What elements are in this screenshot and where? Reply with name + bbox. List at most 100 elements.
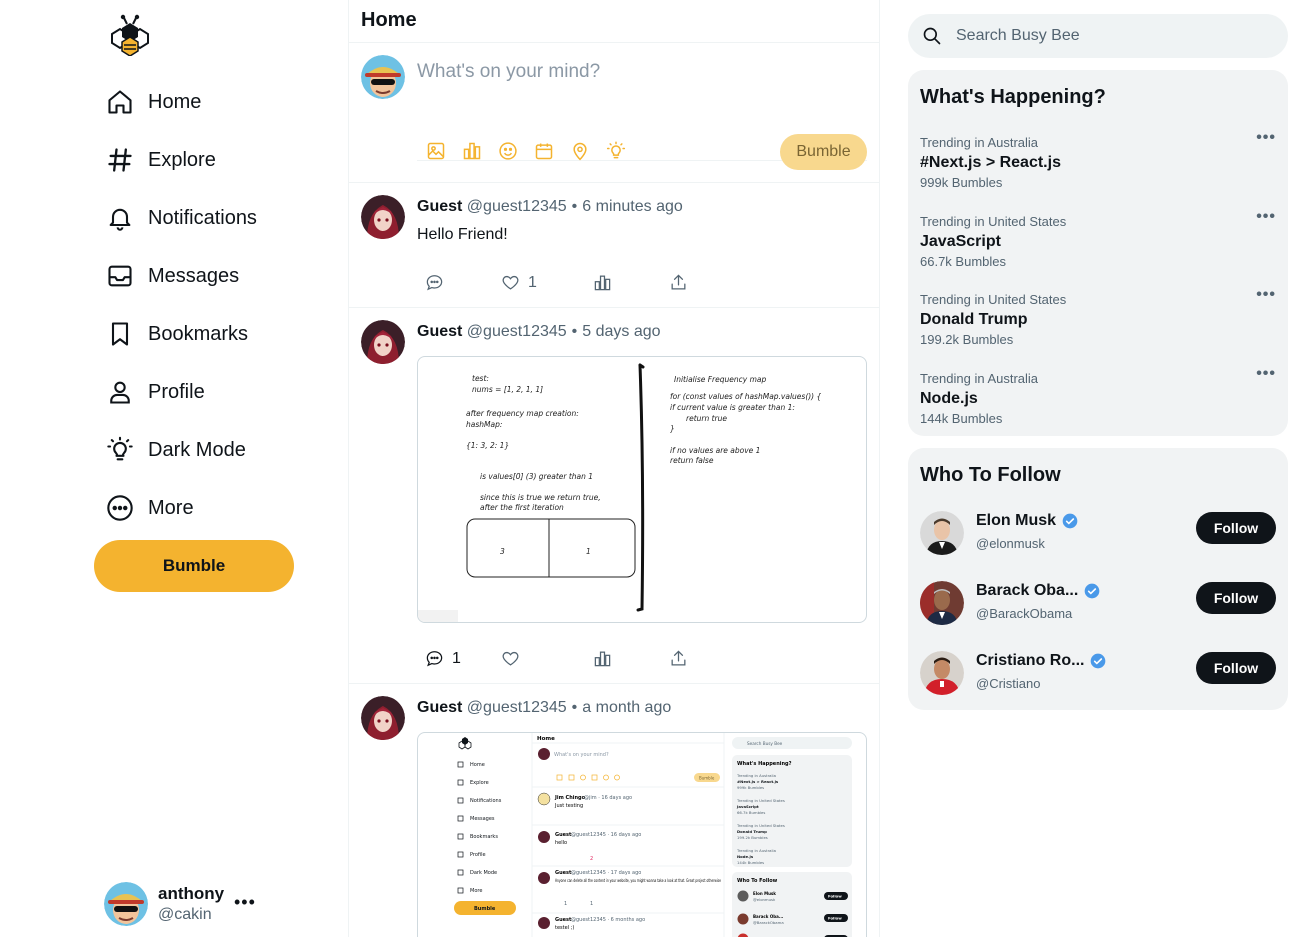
whiteboard-text: 1 bbox=[586, 547, 591, 556]
nav-profile[interactable]: Profile bbox=[106, 372, 205, 412]
follow-suggestion[interactable]: Barack Oba... @BarackObama Follow bbox=[920, 578, 1276, 628]
more-icon[interactable]: ••• bbox=[1256, 286, 1276, 304]
mini-follow-btn: Follow bbox=[828, 916, 842, 921]
mini-trend-tag: Donald Trump bbox=[737, 829, 767, 834]
nav-dark-mode[interactable]: Dark Mode bbox=[106, 430, 246, 470]
follow-button[interactable]: Follow bbox=[1196, 652, 1276, 684]
whiteboard-text: } bbox=[670, 424, 675, 433]
post[interactable]: Guest @guest12345 • 6 minutes ago Hello Fr… bbox=[349, 183, 879, 308]
trend-count: 199.2k Bumbles bbox=[920, 332, 1014, 347]
mini-trend-loc: Trending in United States bbox=[736, 823, 785, 828]
nav-explore[interactable]: Explore bbox=[106, 140, 216, 180]
image-icon[interactable] bbox=[425, 140, 447, 162]
post-handle: @guest12345 bbox=[466, 198, 567, 215]
nav-notifications[interactable]: Notifications bbox=[106, 198, 257, 238]
mini-post-author: Jim Chingo bbox=[554, 795, 586, 801]
right-sidebar: What's Happening? Trending in Australia … bbox=[880, 0, 1315, 937]
follow-name: Barack Oba... bbox=[976, 582, 1100, 600]
trend-item[interactable]: Trending in Australia #Next.js > React.j… bbox=[920, 129, 1276, 195]
follow-name: Elon Musk bbox=[976, 512, 1078, 530]
post-time: 6 minutes ago bbox=[582, 198, 683, 215]
more-icon[interactable]: ••• bbox=[1256, 208, 1276, 226]
stats-button[interactable] bbox=[593, 273, 669, 292]
trend-count: 66.7k Bumbles bbox=[920, 254, 1006, 269]
like-button[interactable] bbox=[501, 649, 593, 668]
mini-post-text: Anyone can delete all the content in you… bbox=[555, 878, 721, 883]
post-actions: 1 bbox=[425, 649, 688, 668]
mini-post-meta: @guest12345 · 16 days ago bbox=[571, 832, 641, 838]
nav-label: Dark Mode bbox=[148, 438, 246, 461]
nav-home[interactable]: Home bbox=[106, 82, 201, 122]
calendar-icon[interactable] bbox=[533, 140, 555, 162]
more-circle-icon bbox=[107, 495, 133, 521]
nav-messages[interactable]: Messages bbox=[106, 256, 239, 296]
avatar[interactable] bbox=[361, 320, 405, 364]
post[interactable]: Guest @guest12345 • 5 days ago test: nums … bbox=[349, 308, 879, 684]
reply-button[interactable]: 1 bbox=[425, 649, 501, 668]
compose-input[interactable] bbox=[417, 57, 867, 87]
bookmark-icon bbox=[111, 322, 129, 346]
compose-submit-button[interactable]: Bumble bbox=[780, 134, 867, 170]
avatar[interactable] bbox=[920, 511, 964, 555]
lightbulb-icon[interactable] bbox=[605, 140, 627, 162]
stats-icon bbox=[594, 651, 611, 667]
user-icon bbox=[110, 381, 130, 404]
post-header: Guest @guest12345 • 6 minutes ago bbox=[417, 198, 683, 215]
mini-reply-count: 1 bbox=[564, 901, 567, 907]
follow-name-text: Cristiano Ro... bbox=[976, 652, 1085, 669]
location-icon[interactable] bbox=[569, 140, 591, 162]
avatar[interactable] bbox=[920, 651, 964, 695]
post-time: 5 days ago bbox=[582, 323, 661, 340]
post-author[interactable]: Guest bbox=[417, 198, 462, 215]
share-icon bbox=[671, 650, 686, 666]
trend-item[interactable]: Trending in United States JavaScript 66.… bbox=[920, 208, 1276, 274]
trend-item[interactable]: Trending in Australia Node.js 144k Bumbl… bbox=[920, 365, 1276, 431]
stats-button[interactable] bbox=[593, 649, 669, 668]
feed-header: Home bbox=[349, 0, 879, 43]
mini-post-meta: @guest12345 · 6 months ago bbox=[571, 917, 645, 923]
post[interactable]: Guest @guest12345 • a month ago Home Explo… bbox=[349, 684, 879, 937]
follow-suggestion[interactable]: Elon Musk @elonmusk Follow bbox=[920, 508, 1276, 558]
post-header: Guest @guest12345 • 5 days ago bbox=[417, 323, 661, 340]
follow-button[interactable]: Follow bbox=[1196, 512, 1276, 544]
post-author[interactable]: Guest bbox=[417, 323, 462, 340]
mini-search: Search Busy Bee bbox=[747, 741, 783, 746]
mini-happening: What's Happening? bbox=[737, 761, 792, 767]
follow-handle: @elonmusk bbox=[976, 536, 1045, 551]
post-author[interactable]: Guest bbox=[417, 699, 462, 716]
post-image-whiteboard[interactable]: test: nums = [1, 2, 1, 1] after frequenc… bbox=[417, 356, 867, 623]
trend-count: 999k Bumbles bbox=[920, 175, 1003, 190]
account-switcher[interactable]: anthony @cakin ••• bbox=[104, 880, 304, 928]
mini-bumble: Bumble bbox=[474, 906, 496, 912]
trend-item[interactable]: Trending in United States Donald Trump 1… bbox=[920, 286, 1276, 352]
follow-button[interactable]: Follow bbox=[1196, 582, 1276, 614]
hashtag-icon bbox=[108, 148, 132, 172]
mini-follow-handle: @BarackObama bbox=[753, 920, 784, 925]
search-input[interactable] bbox=[956, 14, 1276, 58]
trend-location: Trending in Australia bbox=[920, 135, 1039, 150]
nav-bookmarks[interactable]: Bookmarks bbox=[106, 314, 248, 354]
more-icon[interactable]: ••• bbox=[1256, 129, 1276, 147]
more-icon[interactable]: ••• bbox=[1256, 365, 1276, 383]
bee-logo-icon[interactable] bbox=[106, 14, 154, 57]
search-bar[interactable] bbox=[908, 14, 1288, 58]
mini-submit: Bumble bbox=[699, 776, 715, 781]
reply-button[interactable] bbox=[425, 273, 501, 292]
avatar[interactable] bbox=[361, 696, 405, 740]
share-button[interactable] bbox=[669, 649, 688, 668]
emoji-icon[interactable] bbox=[497, 140, 519, 162]
post-image-screenshot[interactable]: Home Explore Notifications Messages Book… bbox=[417, 732, 867, 937]
avatar[interactable] bbox=[920, 581, 964, 625]
follow-suggestion[interactable]: Cristiano Ro... @Cristiano Follow bbox=[920, 648, 1276, 698]
poll-icon[interactable] bbox=[461, 140, 483, 162]
more-icon[interactable]: ••• bbox=[234, 892, 256, 913]
share-button[interactable] bbox=[669, 273, 688, 292]
mini-follow-handle: @elonmusk bbox=[753, 897, 776, 902]
bumble-button[interactable]: Bumble bbox=[94, 540, 294, 592]
avatar bbox=[104, 882, 148, 926]
trend-count: 144k Bumbles bbox=[920, 411, 1003, 426]
nav-more[interactable]: More bbox=[106, 488, 194, 528]
avatar[interactable] bbox=[361, 195, 405, 239]
mini-trend-tag: JavaScript bbox=[736, 804, 759, 809]
like-button[interactable]: 1 bbox=[501, 273, 593, 292]
